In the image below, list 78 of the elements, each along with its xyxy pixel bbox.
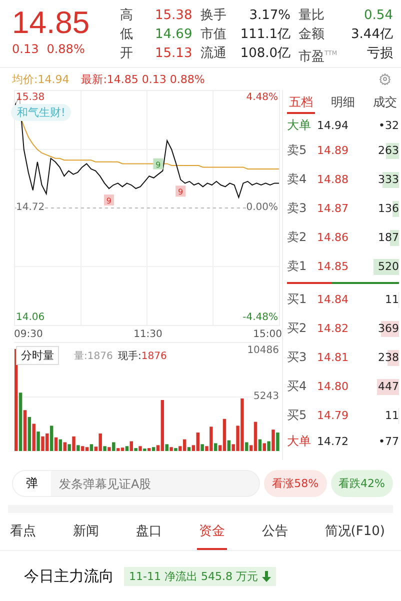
price-value: 14.88: [317, 173, 350, 186]
level-label: 买1: [287, 291, 308, 308]
stat-value: 3.17%: [248, 7, 291, 24]
volume-value: •32: [378, 118, 399, 132]
price-value: 14.79: [317, 409, 350, 422]
level-label: 买2: [287, 320, 308, 337]
stat-label: 市值: [200, 26, 226, 43]
barrage-icon: 弹: [13, 471, 51, 496]
stat-value: 15.38: [155, 7, 192, 24]
hand-text: 现手:1876: [118, 350, 167, 363]
big-order-label: 大单: [287, 432, 312, 450]
price-value: 14.94: [317, 118, 350, 132]
price-value: 14.86: [317, 231, 350, 244]
section-tab[interactable]: 资金: [196, 513, 227, 550]
level-label: 买3: [287, 349, 308, 366]
stat-value: 0.54: [363, 7, 393, 24]
price-value: 14.84: [317, 293, 350, 306]
price-value: 14.72: [317, 434, 350, 448]
section-tab[interactable]: 新闻: [70, 513, 101, 550]
signal-marker: 9: [104, 194, 114, 206]
stat-value: 15.13: [155, 45, 192, 62]
bubble-text: 和气生财!: [11, 104, 72, 121]
stat-label: 流通: [200, 45, 226, 62]
level-label: 卖4: [287, 171, 308, 188]
price-value: 14.87: [317, 202, 350, 215]
price-value: 14.82: [317, 322, 350, 335]
signal-marker: 9: [176, 186, 186, 197]
time-label: 09:30: [14, 328, 43, 340]
price-value: 14.89: [317, 144, 350, 157]
stat-label: 量比: [298, 7, 326, 24]
order-tab[interactable]: 明细: [329, 92, 357, 114]
average-price: 均价:14.94: [12, 72, 70, 86]
change-value: 0.13: [12, 42, 39, 56]
section-tab[interactable]: 简况(F10): [322, 513, 387, 550]
bearish-button[interactable]: 看跌42%: [330, 470, 393, 497]
level-label: 买5: [287, 407, 308, 424]
price-value: 14.81: [317, 351, 350, 364]
stat-label: 高: [120, 7, 133, 24]
time-label: 15:00: [253, 328, 282, 340]
time-label: 11:30: [134, 328, 162, 340]
level-label: 卖2: [287, 229, 308, 246]
order-tab[interactable]: 五档: [287, 92, 315, 114]
settings-icon[interactable]: [379, 73, 391, 85]
level-label: 卖1: [287, 258, 308, 275]
section-tab[interactable]: 公告: [260, 513, 290, 550]
flow-text: 11-11 净流出 545.8 万元: [129, 569, 258, 584]
big-order-label: 大单: [287, 116, 312, 134]
bullish-button[interactable]: 看涨58%: [264, 470, 327, 497]
stat-value: 亏损: [366, 45, 393, 63]
section-tab[interactable]: 盘口: [134, 513, 164, 550]
latest-price: 最新:14.85 0.13 0.88%: [81, 72, 206, 86]
stat-label: 金额: [298, 26, 326, 43]
stat-value: 108.0亿: [240, 45, 291, 62]
stat-label: 市盈$^{TTM}$: [298, 48, 338, 66]
down-arrow-icon: [262, 571, 271, 582]
level-label: 买4: [287, 378, 308, 395]
level-label: 卖3: [287, 200, 308, 217]
price-value: 14.80: [317, 380, 350, 393]
volume-mode-button[interactable]: 分时量: [16, 346, 59, 365]
section-title: 今日主力流向: [24, 567, 114, 586]
signal-marker: 9: [153, 158, 164, 170]
axis-label: 15.38: [16, 92, 45, 104]
comment-input[interactable]: 发条弹幕见证A股: [51, 476, 260, 492]
price-value: 14.85: [317, 260, 350, 273]
section-tab[interactable]: 看点: [8, 513, 38, 550]
stat-label: 换手: [200, 7, 226, 24]
comment-field[interactable]: 弹 发条弹幕见证A股: [12, 470, 260, 497]
stat-value: 3.44亿: [351, 26, 393, 43]
stat-value: 111.1亿: [240, 26, 291, 43]
current-price: 14.85: [12, 4, 91, 42]
stat-value: 14.69: [155, 26, 192, 43]
stat-label: 开: [120, 45, 133, 62]
volume-value: •77: [378, 434, 399, 448]
level-label: 卖5: [287, 142, 308, 159]
stat-label: 低: [120, 26, 133, 43]
volume-text: 量:1876: [74, 350, 113, 363]
change-percent: 0.88%: [46, 42, 85, 56]
order-tab[interactable]: 成交: [371, 92, 399, 114]
